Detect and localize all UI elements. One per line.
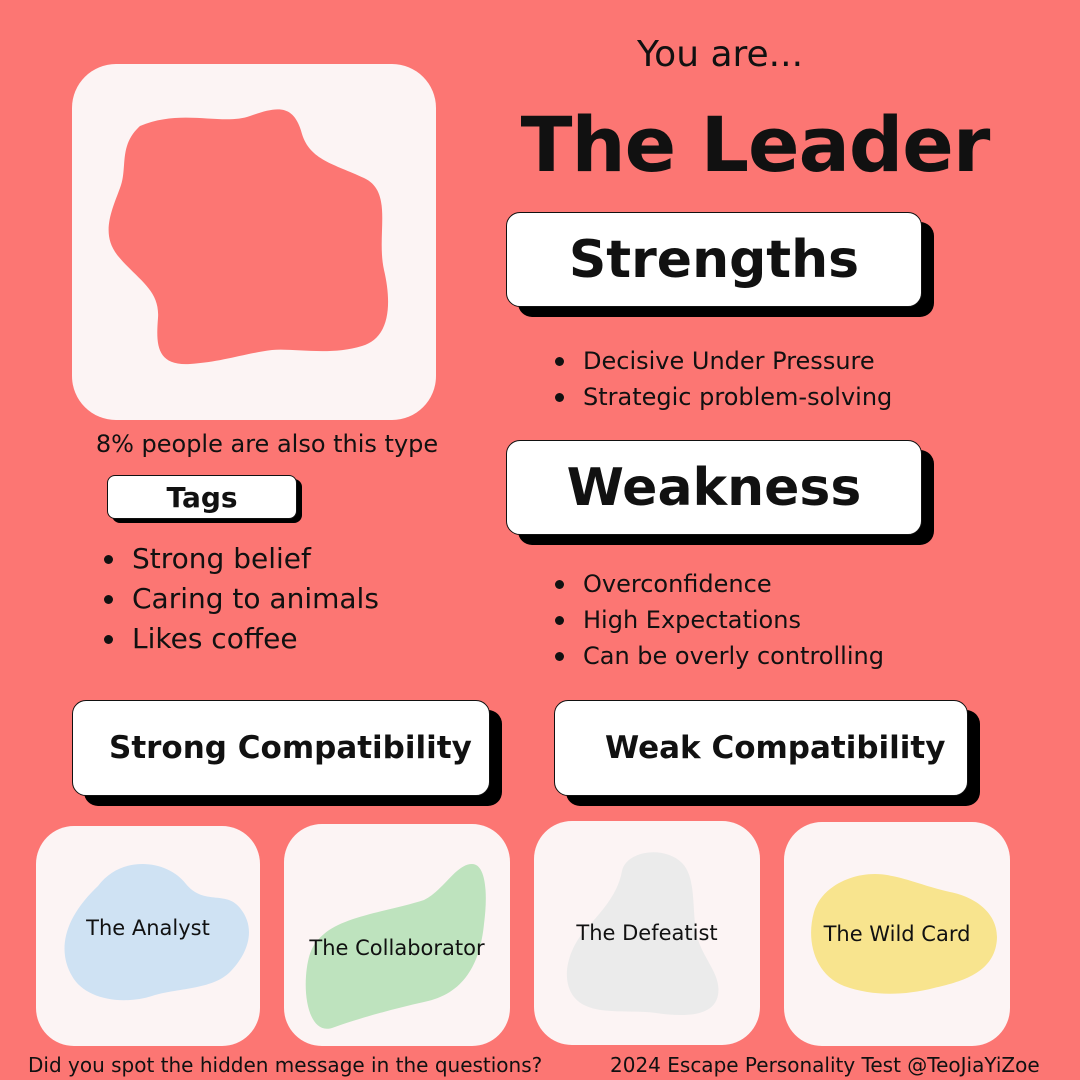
tag-item: Likes coffee <box>104 619 379 659</box>
weakness-item: Can be overly controlling <box>555 638 884 674</box>
strong-compatibility-heading: Strong Compatibility <box>72 700 490 796</box>
tags-heading: Tags <box>107 475 297 519</box>
wild-card-label: The Wild Card <box>823 922 971 946</box>
collaborator-blob-icon <box>305 864 486 1029</box>
intro-text: You are... <box>636 34 804 75</box>
weakness-list: Overconfidence High Expectations Can be … <box>555 566 884 674</box>
tags-label: Tags <box>166 480 238 514</box>
weakness-heading: Weakness <box>506 440 922 535</box>
weak-compatibility-heading: Weak Compatibility <box>554 700 968 796</box>
leader-blob-card <box>72 64 436 420</box>
compat-card-defeatist: The Defeatist <box>534 821 760 1045</box>
collaborator-label: The Collaborator <box>309 936 485 960</box>
footer-hidden-message: Did you spot the hidden message in the q… <box>28 1053 543 1077</box>
strong-compatibility-label: Strong Compatibility <box>109 730 472 766</box>
tag-item: Caring to animals <box>104 579 379 619</box>
defeatist-label: The Defeatist <box>576 921 718 945</box>
footer-credit: 2024 Escape Personality Test @TeoJiaYiZo… <box>610 1053 1040 1077</box>
weakness-item: High Expectations <box>555 602 884 638</box>
type-share-text: 8% people are also this type <box>95 430 439 458</box>
strength-item: Strategic problem-solving <box>555 379 892 415</box>
tags-list: Strong belief Caring to animals Likes co… <box>104 539 379 659</box>
strengths-heading: Strengths <box>506 212 922 307</box>
type-title: The Leader <box>520 100 991 189</box>
compat-card-collaborator: The Collaborator <box>284 824 510 1046</box>
analyst-label: The Analyst <box>86 916 210 940</box>
strengths-label: Strengths <box>568 229 860 290</box>
leader-blob-icon <box>108 109 389 365</box>
weak-compatibility-label: Weak Compatibility <box>605 730 946 766</box>
strength-item: Decisive Under Pressure <box>555 343 892 379</box>
compat-card-wild-card: The Wild Card <box>784 822 1010 1046</box>
weakness-item: Overconfidence <box>555 566 884 602</box>
compat-card-analyst: The Analyst <box>36 826 260 1046</box>
tag-item: Strong belief <box>104 539 379 579</box>
strengths-list: Decisive Under Pressure Strategic proble… <box>555 343 892 415</box>
weakness-label: Weakness <box>566 457 862 518</box>
